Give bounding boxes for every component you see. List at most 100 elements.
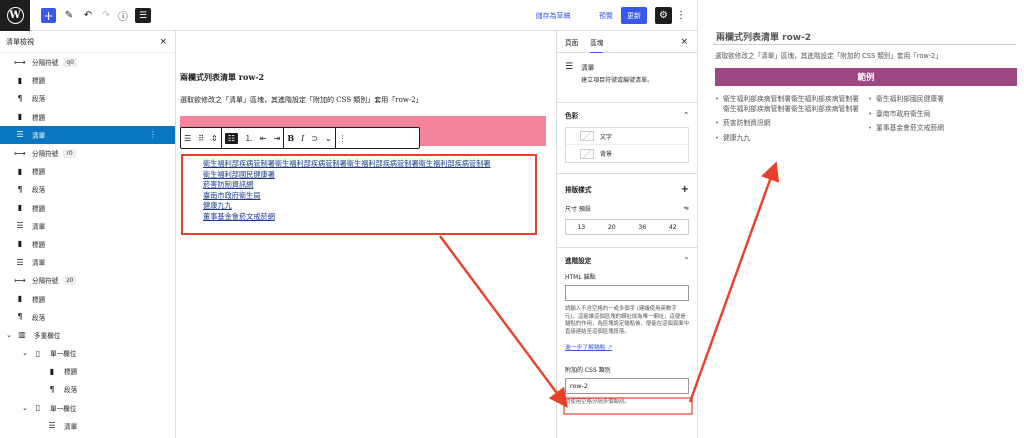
- list-view-item[interactable]: ☰ 清單: [0, 217, 175, 235]
- chevron-up-icon[interactable]: ⌃: [683, 256, 689, 264]
- ordered-list-icon[interactable]: ⒈: [245, 133, 253, 144]
- save-draft-button[interactable]: 儲存為草稿: [520, 8, 586, 23]
- size-adjust-icon[interactable]: ⇋: [684, 205, 689, 212]
- pencil-icon[interactable]: ✎: [63, 8, 75, 23]
- add-block-button[interactable]: +: [41, 8, 56, 23]
- block-type-icon: ⟼: [14, 275, 26, 285]
- list-view-item[interactable]: ☰ 清單 ⋮: [0, 125, 175, 144]
- list-view-item[interactable]: ▮ 標題: [0, 162, 175, 180]
- list-item[interactable]: 衛生福利部國民健康署: [203, 170, 535, 181]
- list-item[interactable]: 臺南市政府衛生局: [203, 191, 535, 202]
- chevron-down-icon[interactable]: ⌄: [4, 331, 14, 339]
- html-anchor-input[interactable]: [565, 285, 689, 301]
- list-view-panel: 清單檢視 × ⟼ 分隔符號 q0 ▮ 標題 ¶ 段落 ▮ 標題 ☰ 清單 ⋮ ⟼ 分隔符號 r0 ▮ 標題 ¶ 段落…: [0, 31, 176, 438]
- italic-icon[interactable]: I: [301, 134, 304, 143]
- font-size-option[interactable]: 13: [577, 224, 585, 231]
- list-item[interactable]: 衛生福利部疾病管制署衛生福利部疾病管制署衛生福利部疾病管制署衛生福利部疾病管制署: [203, 159, 535, 170]
- paragraph-block[interactable]: 選取欲修改之「清單」區塊，其進階設定「附加的 CSS 類別」套用「row-2」: [180, 95, 423, 105]
- bold-icon[interactable]: B: [287, 133, 294, 143]
- background-color-option[interactable]: 背景: [566, 145, 688, 162]
- tab-page[interactable]: 頁面: [565, 37, 578, 47]
- chevron-down-icon[interactable]: ⌄: [20, 404, 30, 412]
- advanced-panel: 進階設定 ⌃ HTML 錨點 請輸入不含空格的一或多個字 (建議使用英數字元)，…: [557, 248, 697, 407]
- list-view-item[interactable]: ⌄ ▥ 多重欄位: [0, 326, 175, 344]
- color-options: 文字 背景: [565, 127, 689, 163]
- list-item: 健康九九: [715, 134, 862, 144]
- background-color-swatch: [580, 148, 594, 159]
- list-block[interactable]: 衛生福利部疾病管制署衛生福利部疾病管制署衛生福利部疾病管制署衛生福利部疾病管制署…: [181, 154, 537, 235]
- text-color-option[interactable]: 文字: [566, 128, 688, 145]
- block-type-icon: ¶: [49, 384, 55, 394]
- gear-icon[interactable]: ⚙: [655, 7, 672, 24]
- list-item[interactable]: 菸害防制資訊網: [203, 180, 535, 191]
- tab-block[interactable]: 區塊: [590, 37, 604, 53]
- list-view-item[interactable]: ¶ 段落: [0, 89, 175, 107]
- settings-sidebar: 頁面 區塊 × ☰ 清單 建立項目符號或編號清單。 色彩 ⌃ 文字 背景 排版樣…: [557, 31, 697, 438]
- list-item[interactable]: 健康九九: [203, 201, 535, 212]
- chevron-down-icon[interactable]: ⌄: [20, 349, 30, 357]
- close-icon[interactable]: ×: [159, 37, 167, 47]
- link-icon[interactable]: ⊃: [311, 134, 318, 143]
- list-view-item[interactable]: ▮ 標題: [0, 362, 175, 380]
- wordpress-logo-button[interactable]: W: [0, 0, 30, 31]
- editor-top-toolbar: W + ✎ ↶ ↷ ⓘ ☰ 儲存為草稿 預覽 更新 ⚙ ⋮: [0, 0, 697, 31]
- block-type-icon: ▮: [17, 203, 23, 213]
- list-view-item[interactable]: ⌄ ▯ 單一欄位: [0, 399, 175, 417]
- editor-canvas: 兩欄式列表清單 row-2 選取欲修改之「清單」區塊，其進階設定「附加的 CSS…: [176, 31, 557, 438]
- list-view-item-label: 分隔符號: [32, 277, 59, 286]
- move-icon[interactable]: ⇕: [211, 134, 218, 143]
- list-view-item[interactable]: ☰ 清單: [0, 417, 175, 435]
- block-toolbar: ☰ ⠿ ⇕ ☷ ⒈ ⇤ ⇥ B I ⊃ ⌄ ⋮: [180, 127, 420, 149]
- block-options-icon[interactable]: ⋮: [339, 134, 347, 143]
- preview-divider: [713, 44, 1016, 45]
- list-view-item[interactable]: ⟼ 分隔符號 z0: [0, 271, 175, 289]
- list-view-item[interactable]: ⟼ 分隔符號 r0: [0, 144, 175, 162]
- unordered-list-icon[interactable]: ☷: [224, 132, 238, 144]
- list-view-item[interactable]: ☰ 清單: [0, 253, 175, 271]
- font-size-option[interactable]: 42: [669, 224, 677, 231]
- list-view-item[interactable]: ¶ 段落: [0, 308, 175, 326]
- css-class-input[interactable]: row-2: [565, 378, 689, 394]
- more-options-icon[interactable]: ⋮: [676, 8, 686, 23]
- block-type-icon: ▯: [35, 403, 41, 413]
- color-panel-header[interactable]: 色彩 ⌃: [565, 103, 689, 127]
- info-icon[interactable]: ⓘ: [117, 8, 129, 23]
- transform-icon[interactable]: ☰: [184, 134, 191, 143]
- list-view-item[interactable]: ¶ 段落: [0, 180, 175, 198]
- list-item[interactable]: 董事基金會菸文戒菸網: [203, 212, 535, 223]
- learn-more-link[interactable]: 進一步了解錨點 ↗: [565, 342, 689, 351]
- block-type-icon: ☰: [48, 421, 56, 431]
- list-view-item[interactable]: ⟼ 分隔符號 q0: [0, 53, 175, 71]
- redo-icon[interactable]: ↷: [100, 8, 112, 23]
- item-options-icon[interactable]: ⋮: [149, 130, 157, 139]
- list-view-item[interactable]: ⌄ ▯ 單一欄位: [0, 344, 175, 362]
- indent-icon[interactable]: ⇥: [274, 134, 281, 143]
- css-class-help: 請使用空格分隔多個類別。: [565, 399, 630, 405]
- list-view-item[interactable]: ▮ 標題: [0, 71, 175, 89]
- list-view-item[interactable]: ▮ 標題: [0, 289, 175, 307]
- update-button[interactable]: 更新: [621, 7, 647, 24]
- list-view-item-label: 單一欄位: [50, 404, 77, 413]
- block-type-icon: ▮: [49, 366, 55, 376]
- more-rich-text-icon[interactable]: ⌄: [325, 134, 332, 143]
- font-size-option[interactable]: 20: [608, 224, 616, 231]
- chevron-up-icon[interactable]: ⌃: [683, 111, 689, 119]
- block-type-icon: ¶: [17, 312, 23, 322]
- outdent-icon[interactable]: ⇤: [260, 134, 267, 143]
- list-view-item[interactable]: ▮ 標題: [0, 235, 175, 253]
- close-icon[interactable]: ×: [680, 37, 688, 47]
- font-size-option[interactable]: 36: [638, 224, 646, 231]
- list-view-icon[interactable]: ☰: [135, 8, 151, 23]
- color-panel: 色彩 ⌃ 文字 背景: [557, 103, 697, 174]
- list-view-item[interactable]: ▮ 標題: [0, 108, 175, 126]
- list-view-item-label: 分隔符號: [32, 59, 59, 68]
- list-view-item[interactable]: ¶ 段落: [0, 380, 175, 398]
- preview-button[interactable]: 預覽: [595, 8, 617, 23]
- heading-block[interactable]: 兩欄式列表清單 row-2: [180, 72, 264, 83]
- advanced-panel-header[interactable]: 進階設定 ⌃: [565, 248, 689, 272]
- plus-icon[interactable]: +: [681, 184, 689, 195]
- drag-handle-icon[interactable]: ⠿: [198, 134, 204, 143]
- undo-icon[interactable]: ↶: [82, 8, 94, 23]
- list-view-item-label: 清單: [32, 131, 46, 140]
- list-view-item[interactable]: ▮ 標題: [0, 199, 175, 217]
